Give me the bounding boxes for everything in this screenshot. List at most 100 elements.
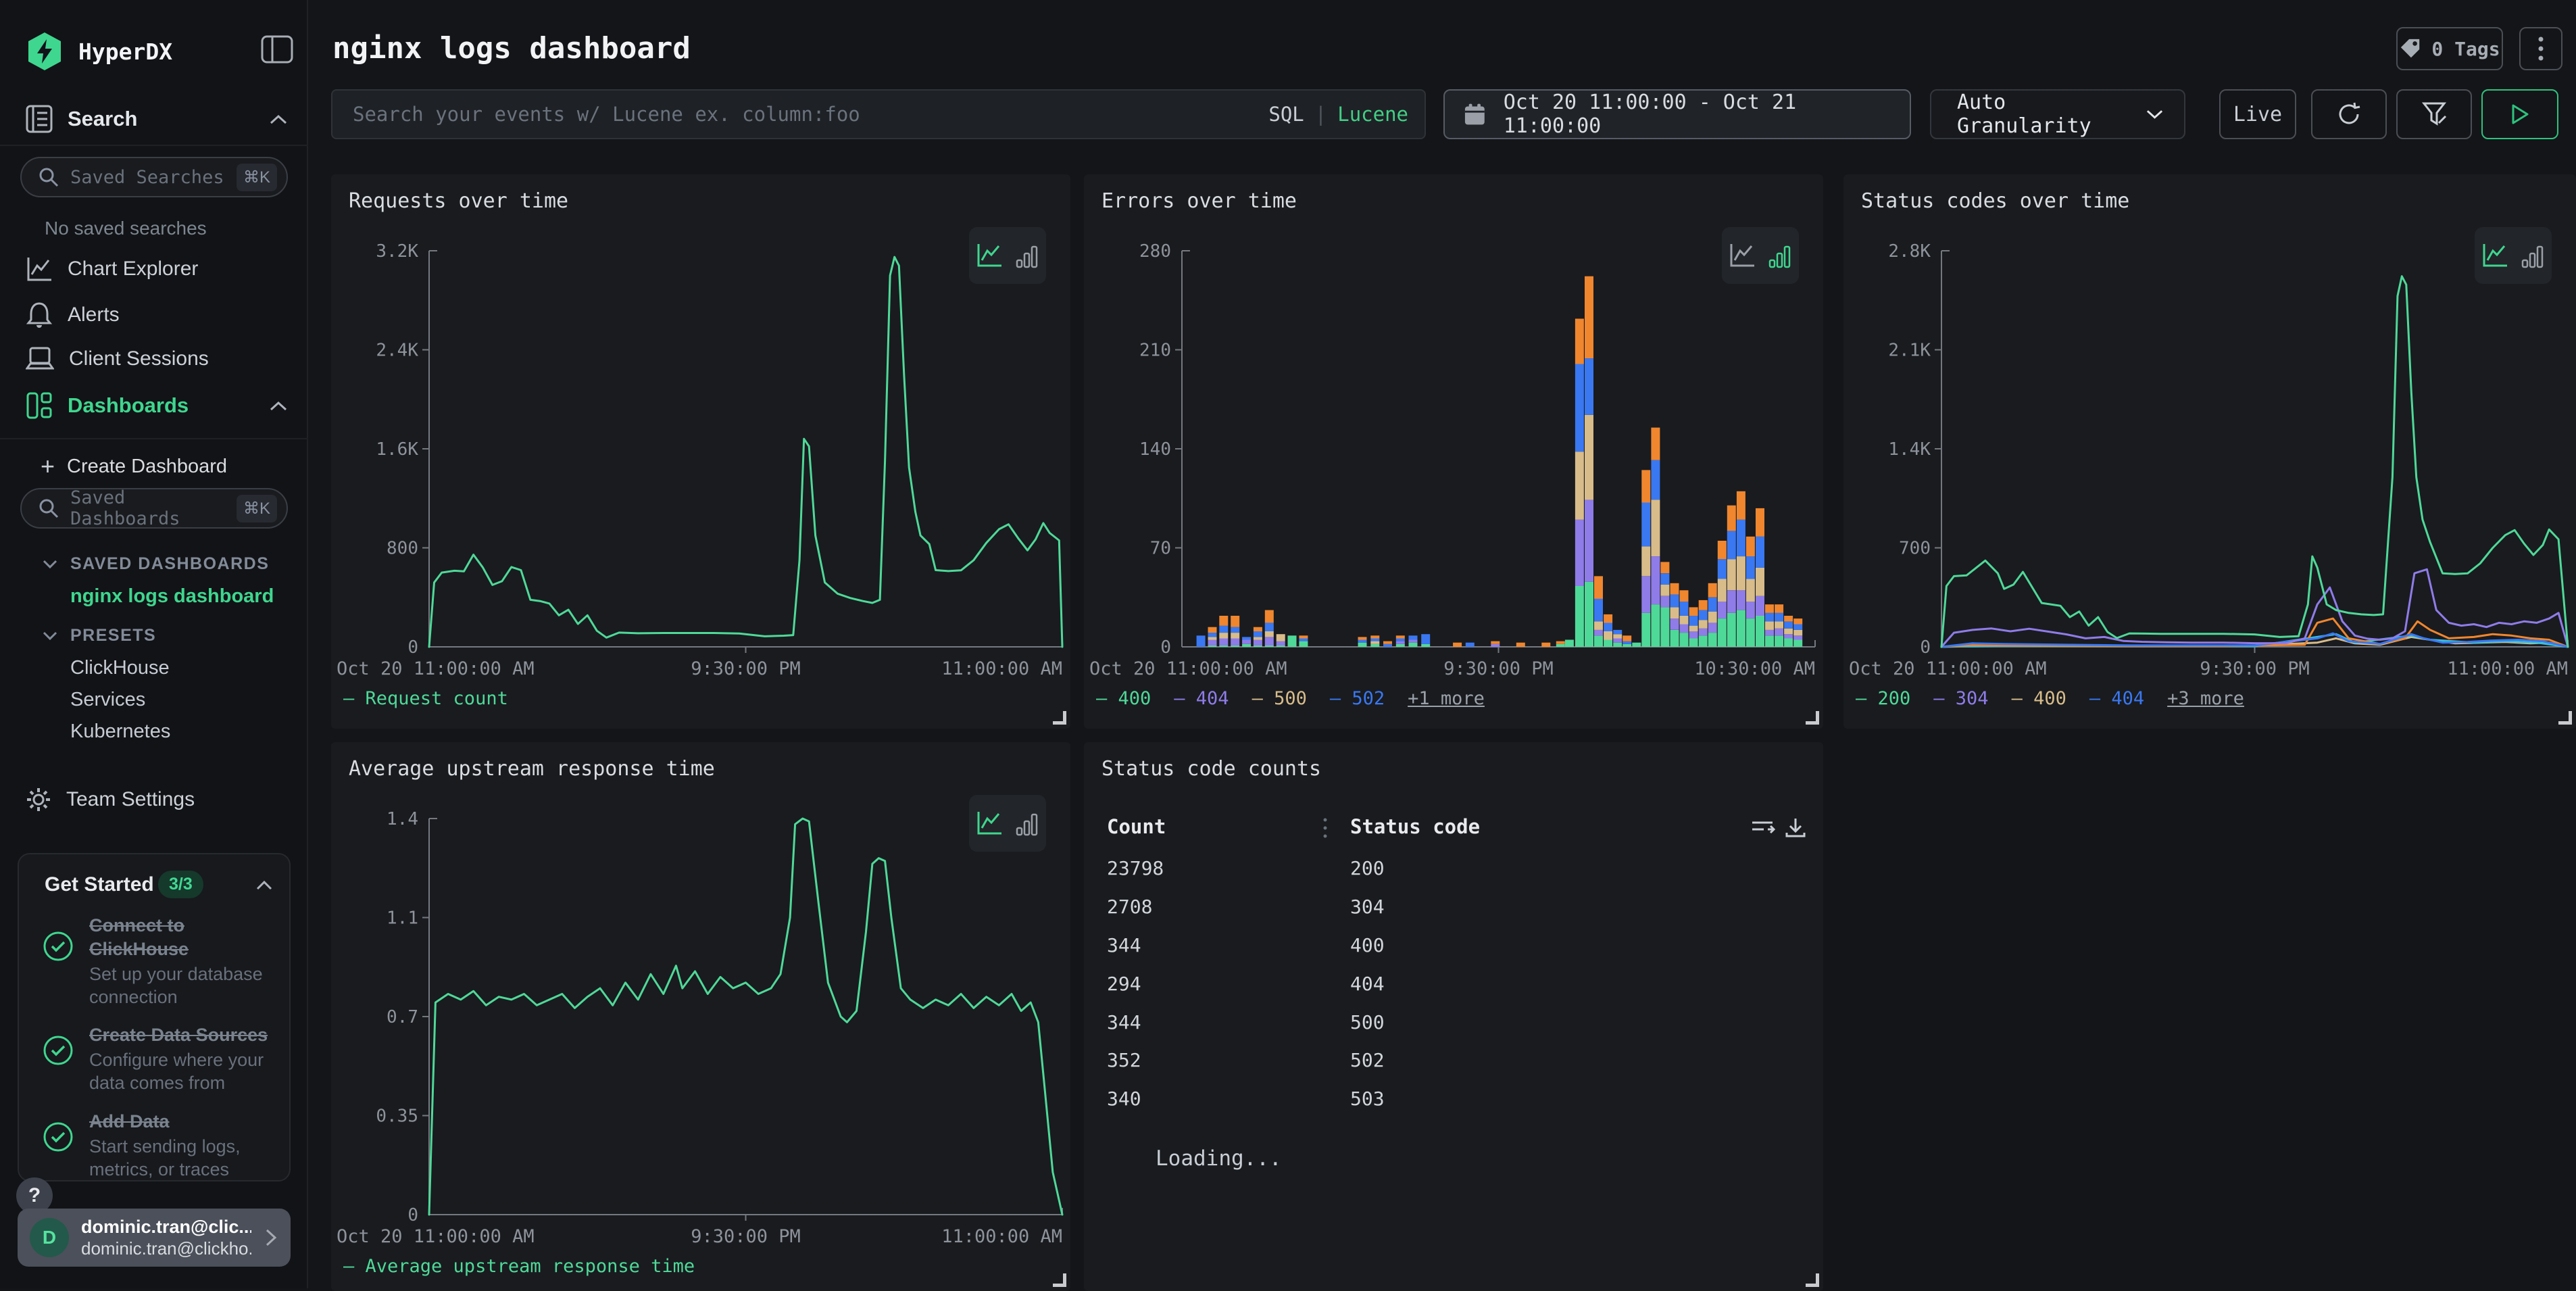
sidebar-item-clickhouse[interactable]: ClickHouse xyxy=(70,657,170,679)
lucene-toggle[interactable]: Lucene xyxy=(1337,103,1408,126)
resize-handle[interactable] xyxy=(1806,711,1819,725)
x-axis-labels: Oct 20 11:00:00 AM9:30:00 PM11:00:00 AM xyxy=(1843,658,2576,681)
tags-button[interactable]: 0 Tags xyxy=(2396,27,2503,70)
sql-toggle[interactable]: SQL xyxy=(1268,103,1304,126)
legend-item[interactable]: — 404 xyxy=(1174,688,1229,709)
column-header-count[interactable]: Count xyxy=(1107,815,1166,838)
get-started-item[interactable]: Create Data Sources Configure where your… xyxy=(42,1023,272,1094)
table-cell[interactable]: 344 xyxy=(1107,1011,1141,1033)
sidebar-item-label: Chart Explorer xyxy=(68,258,198,281)
chart-plot[interactable]: 07001.4K2.1K2.8K xyxy=(1843,239,2576,649)
event-search-input[interactable]: Search your events w/ Lucene ex. column:… xyxy=(331,89,1426,139)
get-started-item[interactable]: Connect to ClickHouse Set up your databa… xyxy=(42,914,272,1008)
panel-title: Average upstream response time xyxy=(349,757,715,781)
sidebar-item-chart-explorer[interactable]: Chart Explorer xyxy=(26,255,198,283)
gear-icon xyxy=(26,787,51,812)
legend-item[interactable]: — 404 xyxy=(2089,688,2144,709)
sidebar-collapse-icon[interactable] xyxy=(261,35,293,64)
check-circle-icon xyxy=(42,1121,74,1153)
sidebar-item-client-sessions[interactable]: Client Sessions xyxy=(26,346,209,372)
table-cell[interactable]: 294 xyxy=(1107,973,1141,995)
legend-item[interactable]: — 304 xyxy=(1933,688,1988,709)
filter-rows-icon[interactable] xyxy=(1750,818,1776,838)
resize-handle[interactable] xyxy=(1053,1273,1066,1287)
sidebar-item-search[interactable]: Search xyxy=(26,104,282,134)
saved-dashboards-group[interactable]: SAVED DASHBOARDS xyxy=(42,554,269,574)
column-drag-handle[interactable] xyxy=(1323,817,1327,839)
chart-legend[interactable]: — Request count xyxy=(343,688,508,709)
download-icon[interactable] xyxy=(1784,817,1807,839)
run-query-button[interactable] xyxy=(2481,89,2558,139)
table-cell[interactable]: 340 xyxy=(1107,1088,1141,1110)
resize-handle[interactable] xyxy=(1806,1273,1819,1287)
table-cell[interactable]: 23798 xyxy=(1107,857,1164,879)
filter-button[interactable] xyxy=(2396,89,2472,139)
hyperdx-logo-icon xyxy=(26,31,64,72)
table-cell[interactable]: 200 xyxy=(1350,857,1385,879)
chart-plot[interactable]: 08001.6K2.4K3.2K xyxy=(331,239,1070,649)
get-started-item[interactable]: Add Data Start sending logs, metrics, or… xyxy=(42,1110,272,1181)
x-axis-label: Oct 20 11:00:00 AM xyxy=(1089,658,1287,679)
get-started-card: Get Started 3/3 Connect to ClickHouse Se… xyxy=(18,853,291,1182)
legend-item[interactable]: — 502 xyxy=(1330,688,1385,709)
table-cell[interactable]: 304 xyxy=(1350,896,1385,918)
table-cell[interactable]: 352 xyxy=(1107,1049,1141,1071)
no-saved-searches-text: No saved searches xyxy=(45,218,207,239)
sidebar-item-alerts[interactable]: Alerts xyxy=(26,301,120,329)
table-cell[interactable]: 500 xyxy=(1350,1011,1385,1033)
cmdk-badge: ⌘K xyxy=(237,164,277,191)
sidebar-item-nginx-dashboard[interactable]: nginx logs dashboard xyxy=(70,585,274,608)
legend-item[interactable]: — Average upstream response time xyxy=(343,1256,695,1277)
svg-text:1.1: 1.1 xyxy=(387,908,418,929)
legend-more-link[interactable]: +1 more xyxy=(1408,688,1485,709)
chart-plot[interactable]: 00.350.71.11.4 xyxy=(331,806,1070,1217)
table-cell[interactable]: 404 xyxy=(1350,973,1385,995)
date-range-input[interactable]: Oct 20 11:00:00 - Oct 21 11:00:00 xyxy=(1443,89,1911,139)
resize-handle[interactable] xyxy=(1053,711,1066,725)
sidebar-item-team-settings[interactable]: Team Settings xyxy=(26,787,195,812)
presets-group[interactable]: PRESETS xyxy=(42,626,156,646)
live-button[interactable]: Live xyxy=(2219,89,2296,139)
chart-plot[interactable]: 070140210280 xyxy=(1084,239,1823,649)
sidebar-item-label: Team Settings xyxy=(66,788,195,811)
granularity-select[interactable]: Auto Granularity xyxy=(1930,89,2185,139)
saved-dashboards-input[interactable]: Saved Dashboards ⌘K xyxy=(20,488,288,529)
chart-legend[interactable]: — 400 — 404 — 500 — 502 +1 more xyxy=(1096,688,1485,709)
input-placeholder: Saved Dashboards xyxy=(70,487,237,529)
x-axis-label: Oct 20 11:00:00 AM xyxy=(337,658,535,679)
check-circle-icon xyxy=(42,930,74,963)
resize-handle[interactable] xyxy=(2558,711,2572,725)
legend-more-link[interactable]: +3 more xyxy=(2167,688,2244,709)
svg-text:2.1K: 2.1K xyxy=(1888,341,1931,361)
table-cell[interactable]: 2708 xyxy=(1107,896,1152,918)
legend-item[interactable]: — 500 xyxy=(1252,688,1307,709)
sidebar-item-kubernetes[interactable]: Kubernetes xyxy=(70,721,170,743)
user-account-button[interactable]: D dominic.tran@clic... dominic.tran@clic… xyxy=(18,1209,291,1267)
chevron-down-icon xyxy=(42,631,58,641)
cmdk-badge: ⌘K xyxy=(237,495,277,522)
chevron-up-icon[interactable] xyxy=(269,114,288,126)
chevron-up-icon[interactable] xyxy=(255,880,273,891)
legend-item[interactable]: — 400 xyxy=(2012,688,2066,709)
saved-searches-input[interactable]: Saved Searches ⌘K xyxy=(20,157,288,197)
sidebar-item-services[interactable]: Services xyxy=(70,689,145,711)
legend-item[interactable]: — Request count xyxy=(343,688,508,709)
panel-status-codes-over-time: Status codes over time 07001.4K2.1K2.8K … xyxy=(1843,174,2576,729)
kebab-menu-button[interactable] xyxy=(2519,27,2562,70)
table-cell[interactable]: 344 xyxy=(1107,934,1141,956)
chart-explorer-icon xyxy=(26,255,53,283)
refresh-button[interactable] xyxy=(2311,89,2387,139)
chevron-up-icon[interactable] xyxy=(269,400,288,412)
legend-item[interactable]: — 400 xyxy=(1096,688,1151,709)
table-cell[interactable]: 502 xyxy=(1350,1049,1385,1071)
legend-item[interactable]: — 200 xyxy=(1856,688,1910,709)
table-cell[interactable]: 400 xyxy=(1350,934,1385,956)
create-dashboard-button[interactable]: + Create Dashboard xyxy=(41,454,227,479)
table-cell[interactable]: 503 xyxy=(1350,1088,1385,1110)
chart-legend[interactable]: — Average upstream response time xyxy=(343,1256,695,1277)
sidebar-item-dashboards[interactable]: Dashboards xyxy=(26,391,189,420)
x-axis-label: 9:30:00 PM xyxy=(691,658,801,679)
column-header-status-code[interactable]: Status code xyxy=(1350,815,1480,838)
svg-text:1.6K: 1.6K xyxy=(376,439,418,460)
chart-legend[interactable]: — 200 — 304 — 400 — 404 +3 more xyxy=(1856,688,2244,709)
